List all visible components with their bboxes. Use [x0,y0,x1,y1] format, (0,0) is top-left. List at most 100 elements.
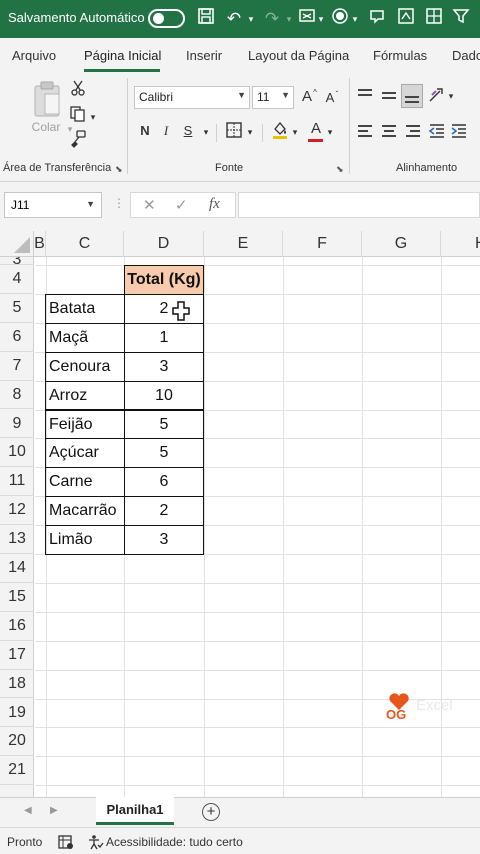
row-header-7[interactable]: 7 [0,352,34,381]
table-cell-total[interactable]: 2 [124,496,204,527]
format-painter-icon[interactable] [68,130,88,153]
table-cell-total[interactable]: 6 [124,467,204,498]
table-cell-item[interactable]: Cenoura [45,351,125,382]
tab-inserir[interactable]: Inserir [186,48,222,63]
row-header-11[interactable]: 11 [0,467,34,497]
underline-dropdown-icon[interactable]: ▾ [201,123,211,141]
font-size-box[interactable]: 11 ▼ [252,86,294,109]
row-header-3[interactable]: 3 [0,257,34,265]
copy-dropdown-icon[interactable]: ▾ [88,108,98,126]
column-header-d[interactable]: D [124,231,204,257]
copy-icon[interactable] [68,106,88,127]
font-name-box[interactable]: Calibri ▼ [134,86,250,109]
row-header-17[interactable]: 17 [0,641,34,670]
select-all-corner[interactable] [0,231,34,257]
table-cell-item[interactable]: Açúcar [45,438,125,469]
filter-icon[interactable] [450,7,472,31]
tab-pagina-inicial[interactable]: Página Inicial [84,48,161,63]
table-cell-total[interactable]: 3 [124,351,204,382]
accessibility-status[interactable]: Acessibilidade: tudo certo [106,835,243,849]
autosave-toggle[interactable] [148,9,185,28]
table-cell-total[interactable]: 3 [124,525,204,555]
table-cell-item[interactable]: Macarrão [45,496,125,527]
record-dropdown-icon[interactable]: ▾ [350,7,360,31]
paste-label[interactable]: Colar [26,118,66,136]
align-right-icon[interactable] [404,122,422,140]
table-cell-total[interactable]: 5 [124,438,204,469]
share-icon[interactable] [366,7,388,31]
row-header-12[interactable]: 12 [0,496,34,526]
row-header-20[interactable]: 20 [0,727,34,757]
column-header-g[interactable]: G [362,231,441,257]
table-cell-item[interactable]: Carne [45,467,125,498]
row-header-14[interactable]: 14 [0,554,34,583]
drag-handle-icon[interactable]: ⋮ [113,196,125,210]
table-cell-item[interactable]: Batata [45,293,125,324]
clipboard-launcher-icon[interactable]: ⬊ [115,164,123,175]
format-icon[interactable] [296,7,318,31]
accessibility-icon[interactable] [88,834,104,854]
underline-button[interactable]: S [182,122,194,140]
align-left-icon[interactable] [356,122,374,140]
grid-icon[interactable] [423,7,445,31]
column-header-h[interactable]: H [441,231,480,257]
macro-record-icon[interactable] [58,834,74,854]
insert-function-button[interactable]: fx [209,196,220,213]
cancel-icon[interactable]: ✕ [143,196,156,214]
scroll-right-icon[interactable]: ▶ [50,805,58,816]
formula-input[interactable] [238,192,480,218]
tab-arquivo[interactable]: Arquivo [12,48,56,63]
tab-layout-da-pagina[interactable]: Layout da Página [248,48,349,63]
italic-button[interactable]: I [160,122,172,140]
borders-icon[interactable] [224,122,244,143]
font-color-dropdown-icon[interactable]: ▾ [325,123,335,141]
row-header-9[interactable]: 9 [0,410,34,439]
record-icon[interactable] [330,7,350,31]
row-header-21[interactable]: 21 [0,756,34,786]
font-color-button[interactable]: A [308,120,324,138]
row-header-8[interactable]: 8 [0,381,34,410]
scroll-left-icon[interactable]: ◀ [24,805,32,816]
redo-dropdown-icon[interactable]: ▾ [284,7,294,31]
align-center-icon[interactable] [380,122,398,140]
table-cell-item[interactable]: Feijão [45,409,125,440]
sheet-tab-planilha1[interactable]: Planilha1 [96,797,174,825]
column-header-e[interactable]: E [204,231,283,257]
row-header-18[interactable]: 18 [0,670,34,699]
column-header-c[interactable]: C [46,231,124,257]
borders-dropdown-icon[interactable]: ▾ [245,123,255,141]
add-sheet-button[interactable]: + [202,803,220,821]
table-cell-total[interactable]: 2 [124,293,204,324]
chevron-down-icon[interactable]: ▼ [237,90,246,100]
table-cell-item[interactable]: Limão [45,525,125,555]
orientation-icon[interactable] [428,86,446,109]
table-cell-total[interactable]: 1 [124,322,204,353]
cut-icon[interactable] [68,80,88,101]
table-cell-total[interactable]: 10 [124,380,204,411]
font-launcher-icon[interactable]: ⬊ [336,164,344,175]
table-header-total[interactable]: Total (Kg) [124,265,204,295]
column-header-b[interactable]: B [34,231,46,257]
fill-color-icon[interactable] [270,120,290,145]
row-header-15[interactable]: 15 [0,583,34,612]
tab-formulas[interactable]: Fórmulas [373,48,427,63]
save-icon[interactable] [195,7,217,31]
decrease-indent-icon[interactable] [428,122,446,140]
align-middle-icon[interactable] [380,86,398,104]
row-header-16[interactable]: 16 [0,612,34,641]
table-cell-item[interactable]: Maçã [45,322,125,353]
name-box[interactable]: J11 ▼ [4,192,102,218]
undo-dropdown-icon[interactable]: ▾ [246,7,256,31]
row-header-6[interactable]: 6 [0,323,34,352]
undo-icon[interactable]: ↶ [222,7,246,31]
row-header-13[interactable]: 13 [0,525,34,554]
enter-icon[interactable]: ✓ [175,196,188,214]
chevron-down-icon[interactable]: ▼ [281,90,290,100]
increase-indent-icon[interactable] [450,122,468,140]
row-header-10[interactable]: 10 [0,438,34,468]
table-cell-total[interactable]: 5 [124,409,204,440]
align-top-icon[interactable] [356,86,374,104]
table-cell-item[interactable]: Arroz [45,380,125,411]
format-dropdown-icon[interactable]: ▾ [316,7,326,31]
spreadsheet-icon[interactable] [395,7,417,31]
